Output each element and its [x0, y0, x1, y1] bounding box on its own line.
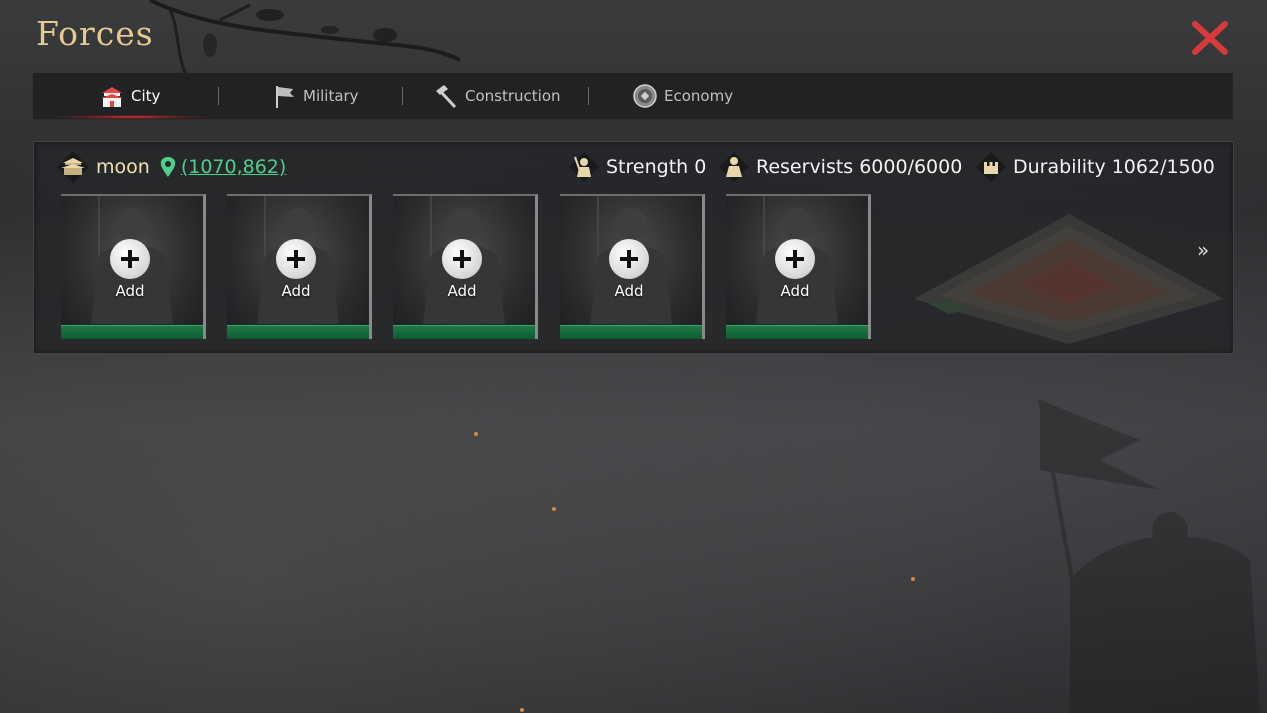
durability-icon: [976, 152, 1006, 182]
coin-icon: [632, 83, 658, 109]
durability-label: Durability: [1013, 156, 1106, 178]
add-label: Add: [115, 282, 145, 300]
strength-stat: Strength 0: [568, 150, 706, 184]
tab-military-label: Military: [303, 87, 359, 105]
slot-base: [393, 325, 535, 339]
plus-icon: [276, 239, 316, 279]
add-troop-slot[interactable]: Add: [726, 194, 871, 339]
add-label: Add: [780, 282, 810, 300]
city-panel: moon (1070,862) Strength 0 Reservists 60…: [33, 141, 1234, 354]
close-button[interactable]: [1189, 18, 1231, 58]
durability-value: 1062/1500: [1111, 156, 1215, 178]
plus-icon: [110, 239, 150, 279]
slot-base: [61, 325, 203, 339]
city-header: moon (1070,862): [56, 151, 286, 183]
tab-military[interactable]: Military: [271, 73, 359, 119]
add-troop-slot[interactable]: Add: [560, 194, 705, 339]
tab-divider: [588, 87, 589, 105]
add-troop-slot[interactable]: Add: [61, 194, 206, 339]
plus-icon: [775, 239, 815, 279]
add-label: Add: [447, 282, 477, 300]
slot-base: [726, 325, 868, 339]
tab-divider: [218, 87, 219, 105]
tab-economy-label: Economy: [664, 87, 734, 105]
slot-base: [560, 325, 702, 339]
flag-icon: [271, 83, 297, 109]
tab-bar: City Military Construction Economy: [33, 73, 1233, 120]
reservists-value: 6000/6000: [859, 156, 963, 178]
page-title: Forces: [36, 14, 154, 53]
strength-value: 0: [694, 156, 707, 178]
plus-icon: [609, 239, 649, 279]
plus-icon: [442, 239, 482, 279]
durability-stat: Durability 1062/1500: [975, 150, 1215, 184]
add-troop-slot[interactable]: Add: [393, 194, 538, 339]
city-coordinates-link[interactable]: (1070,862): [181, 156, 286, 178]
city-name: moon: [96, 156, 150, 178]
city-icon: [57, 151, 89, 183]
add-troop-slot[interactable]: Add: [227, 194, 372, 339]
reservists-icon: [719, 152, 749, 182]
tab-city-label: City: [131, 87, 161, 105]
tab-city[interactable]: City: [48, 73, 212, 119]
tab-construction-label: Construction: [465, 87, 561, 105]
warriors-silhouette-decoration: [1038, 399, 1260, 713]
slot-base: [227, 325, 369, 339]
city-map-thumbnail: [914, 214, 1224, 344]
reservists-stat: Reservists 6000/6000: [718, 150, 962, 184]
add-label: Add: [281, 282, 311, 300]
hammer-icon: [433, 83, 459, 109]
strength-icon: [569, 152, 599, 182]
strength-label: Strength: [606, 156, 689, 178]
city-gate-icon: [99, 83, 125, 109]
location-pin-icon: [160, 157, 176, 177]
more-button[interactable]: »: [1197, 238, 1209, 262]
tab-economy[interactable]: Economy: [632, 73, 733, 119]
tab-construction[interactable]: Construction: [433, 73, 561, 119]
reservists-label: Reservists: [756, 156, 854, 178]
add-label: Add: [614, 282, 644, 300]
tab-divider: [402, 87, 403, 105]
